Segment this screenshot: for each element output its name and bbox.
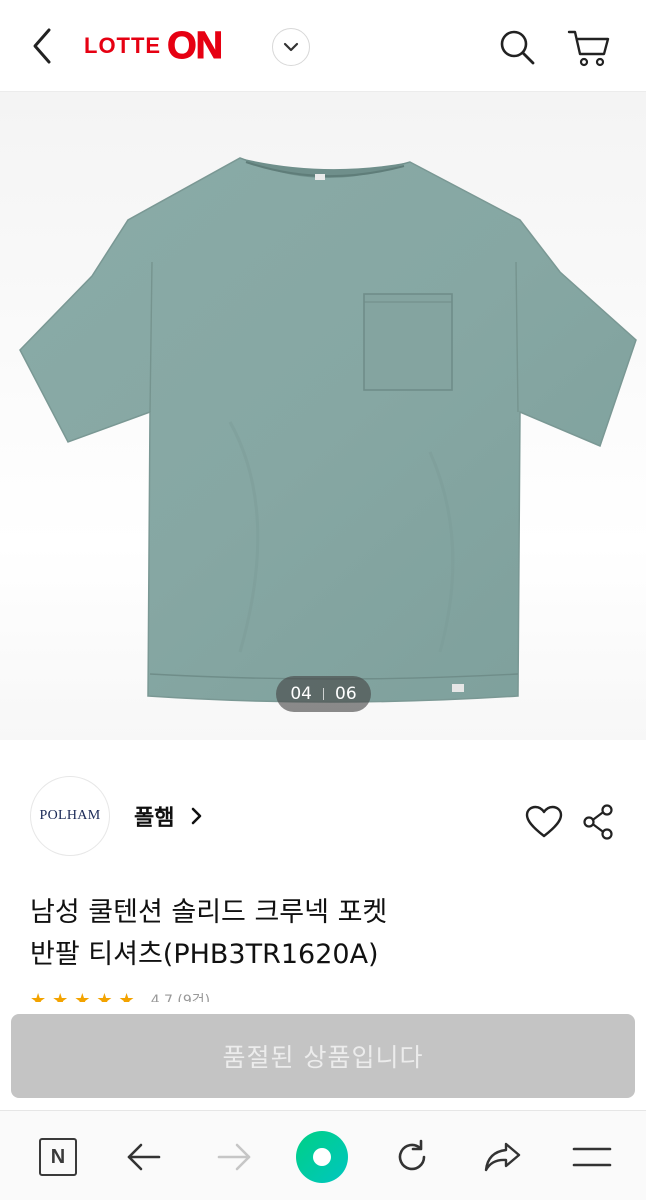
refresh-icon bbox=[398, 1139, 426, 1171]
naver-n-icon: N bbox=[39, 1138, 77, 1176]
brand-logo[interactable]: POLHAM bbox=[30, 776, 110, 856]
back-button[interactable] bbox=[18, 22, 66, 70]
brand-logo-text: POLHAM bbox=[39, 808, 101, 823]
brand-name: 폴햄 bbox=[134, 806, 175, 831]
sold-out-button[interactable]: 품절된 상품입니다 bbox=[11, 1014, 635, 1098]
browser-back-button[interactable] bbox=[118, 1131, 170, 1183]
cart-button[interactable] bbox=[562, 22, 616, 72]
browser-bottom-nav: N bbox=[0, 1110, 646, 1200]
search-button[interactable] bbox=[492, 22, 542, 72]
chevron-down-icon bbox=[283, 42, 299, 52]
share-icon bbox=[583, 804, 613, 840]
share-page-button[interactable] bbox=[476, 1131, 528, 1183]
purchase-bar: 품절된 상품입니다 bbox=[0, 1002, 646, 1110]
image-counter-total: 06 bbox=[335, 684, 357, 704]
arrow-left-icon bbox=[127, 1143, 161, 1171]
back-icon bbox=[33, 28, 51, 64]
logo-lotte-text: LOTTE bbox=[84, 33, 162, 58]
cart-icon bbox=[567, 30, 610, 67]
product-title: 남성 쿨텐션 솔리드 크루넥 포켓 반팔 티셔츠(PHB3TR1620A) bbox=[30, 892, 610, 976]
menu-icon bbox=[572, 1147, 612, 1167]
product-title-line2: 반팔 티셔츠(PHB3TR1620A) bbox=[30, 939, 379, 970]
product-title-line1: 남성 쿨텐션 솔리드 크루넥 포켓 bbox=[30, 897, 388, 928]
heart-icon bbox=[525, 805, 563, 838]
refresh-button[interactable] bbox=[386, 1131, 438, 1183]
image-counter: 04 06 bbox=[276, 676, 371, 712]
share-arrow-icon bbox=[484, 1142, 521, 1172]
browser-forward-button[interactable] bbox=[208, 1131, 260, 1183]
green-dot-icon bbox=[296, 1131, 348, 1183]
green-dot-button[interactable] bbox=[296, 1131, 348, 1183]
brand-link[interactable]: 폴햄 bbox=[134, 800, 202, 832]
image-counter-current: 04 bbox=[290, 684, 312, 704]
product-tshirt-image bbox=[19, 157, 637, 703]
naver-home-button[interactable]: N bbox=[32, 1131, 84, 1183]
logo-on-text: ON bbox=[167, 24, 224, 67]
search-icon bbox=[500, 30, 535, 65]
top-header: LOTTE ON bbox=[0, 0, 646, 92]
service-dropdown-button[interactable] bbox=[272, 28, 310, 66]
arrow-right-icon bbox=[217, 1143, 251, 1171]
lotte-on-logo[interactable]: LOTTE ON bbox=[84, 24, 224, 68]
wishlist-button[interactable] bbox=[522, 800, 566, 844]
menu-button[interactable] bbox=[566, 1131, 618, 1183]
product-image-gallery[interactable]: 04 06 bbox=[0, 92, 646, 740]
share-button[interactable] bbox=[578, 800, 618, 844]
image-counter-divider bbox=[323, 688, 324, 700]
chevron-right-icon bbox=[190, 807, 202, 825]
